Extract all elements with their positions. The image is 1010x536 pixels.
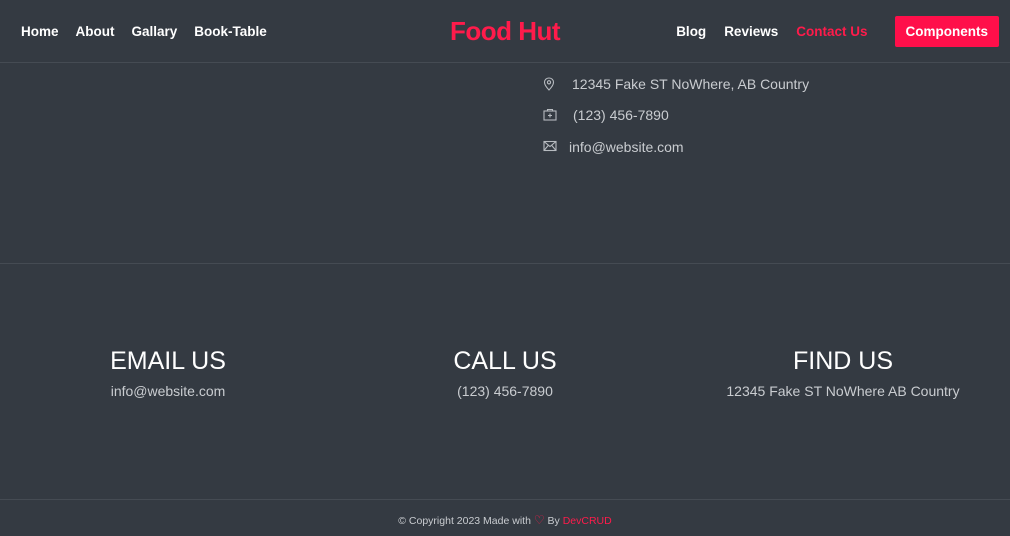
contact-phone-text: (123) 456-7890 bbox=[573, 107, 669, 124]
envelope-icon bbox=[543, 140, 557, 154]
brand-logo[interactable]: Food Hut bbox=[450, 16, 561, 47]
feature-email: EMAIL US info@website.com bbox=[0, 346, 338, 400]
nav-link-about[interactable]: About bbox=[76, 24, 115, 39]
contact-phone: (123) 456-7890 bbox=[543, 100, 809, 132]
feature-find: FIND US 12345 Fake ST NoWhere AB Country bbox=[673, 346, 1010, 400]
phone-icon bbox=[543, 108, 557, 122]
copyright-text: © Copyright 2023 Made with bbox=[398, 515, 531, 527]
feature-email-value: info@website.com bbox=[110, 383, 226, 399]
feature-email-title: EMAIL US bbox=[110, 347, 226, 375]
nav-link-gallary[interactable]: Gallary bbox=[132, 24, 178, 39]
contact-address: 12345 Fake ST NoWhere, AB Country bbox=[543, 68, 809, 100]
nav-link-home[interactable]: Home bbox=[21, 24, 59, 39]
feature-call: CALL US (123) 456-7890 bbox=[335, 346, 675, 400]
contact-address-text: 12345 Fake ST NoWhere, AB Country bbox=[572, 75, 810, 92]
nav-link-book-table[interactable]: Book-Table bbox=[194, 24, 267, 39]
nav-link-blog[interactable]: Blog bbox=[676, 24, 706, 39]
section-divider bbox=[0, 263, 1010, 264]
feature-call-title: CALL US bbox=[453, 347, 557, 375]
author-link[interactable]: DevCRUD bbox=[563, 515, 612, 527]
map-pin-icon bbox=[543, 77, 557, 91]
nav-right: Blog Reviews Contact Us Components bbox=[658, 0, 999, 63]
feature-find-title: FIND US bbox=[793, 347, 893, 375]
navbar: Home About Gallary Book-Table Food Hut B… bbox=[0, 0, 1010, 63]
nav-link-contact-us[interactable]: Contact Us bbox=[796, 24, 867, 39]
feature-call-value: (123) 456-7890 bbox=[457, 383, 553, 399]
footer-by-text: By bbox=[547, 515, 560, 527]
contact-email: info@website.com bbox=[543, 131, 809, 163]
contact-info-list: 12345 Fake ST NoWhere, AB Country (123) … bbox=[543, 68, 809, 163]
feature-find-value: 12345 Fake ST NoWhere AB Country bbox=[726, 383, 960, 399]
footer-divider bbox=[0, 499, 1010, 500]
heart-icon: ♡ bbox=[533, 513, 545, 527]
nav-left: Home About Gallary Book-Table bbox=[21, 0, 284, 63]
components-button[interactable]: Components bbox=[894, 16, 999, 47]
nav-link-reviews[interactable]: Reviews bbox=[724, 24, 778, 39]
footer: © Copyright 2023 Made with ♡ By DevCRUD bbox=[0, 510, 1010, 531]
contact-email-text[interactable]: info@website.com bbox=[569, 139, 684, 155]
